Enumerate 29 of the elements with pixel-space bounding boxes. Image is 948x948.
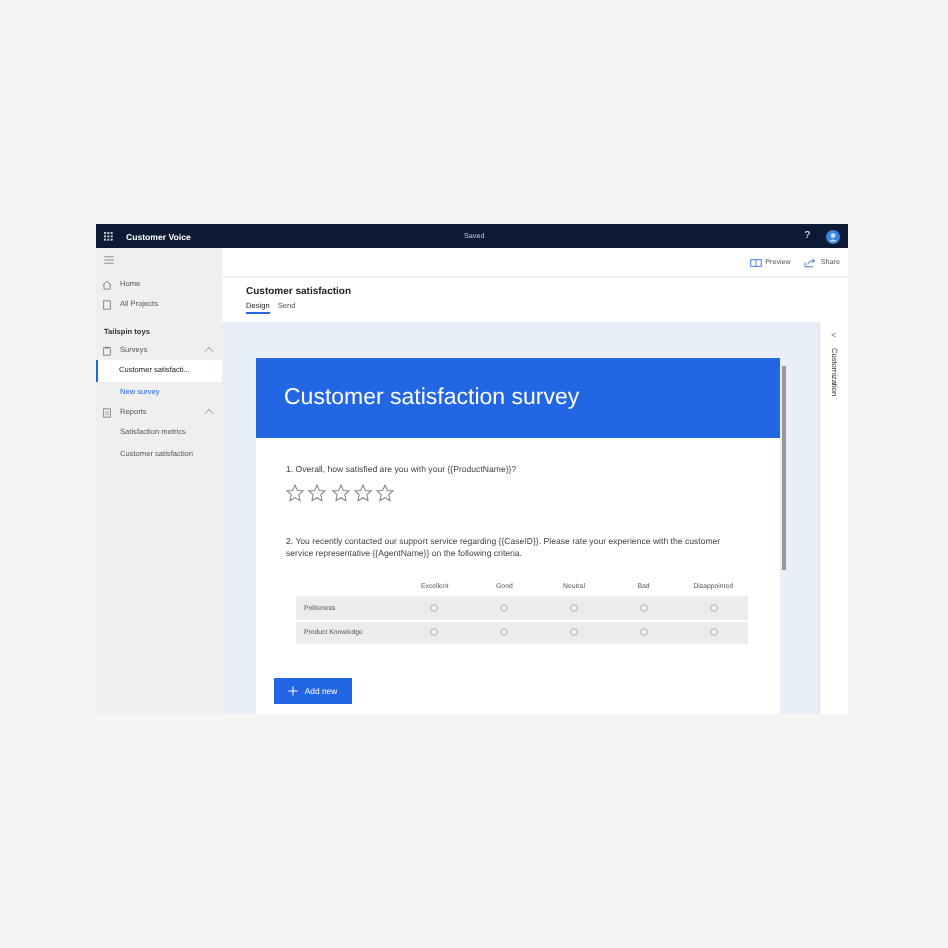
scrollbar[interactable]: [782, 366, 786, 570]
radio-button[interactable]: [709, 603, 718, 612]
radio-button[interactable]: [709, 628, 718, 637]
clipboard-icon: [102, 345, 112, 355]
share-icon: [804, 257, 817, 267]
home-icon: [102, 279, 112, 289]
radio-button[interactable]: [500, 628, 509, 637]
star-icon[interactable]: [376, 484, 395, 502]
chevron-up-icon[interactable]: [204, 346, 214, 354]
radio-button[interactable]: [569, 628, 578, 637]
star-icon[interactable]: [286, 484, 304, 502]
radio-button[interactable]: [430, 603, 439, 612]
preview-icon: [749, 257, 762, 267]
star-icon[interactable]: [308, 484, 327, 502]
radio-button[interactable]: [639, 628, 648, 637]
document-icon: [102, 299, 112, 309]
radio-button[interactable]: [430, 628, 439, 637]
radio-button[interactable]: [569, 603, 578, 612]
survey-title: Customer satisfaction survey: [284, 386, 580, 410]
chevron-up-icon[interactable]: [204, 408, 214, 416]
radio-button[interactable]: [639, 603, 648, 612]
avatar-icon[interactable]: [826, 229, 840, 243]
star-icon[interactable]: [331, 484, 350, 502]
radio-button[interactable]: [500, 603, 509, 612]
app-launcher-icon[interactable]: [104, 231, 114, 241]
report-icon: [102, 407, 112, 417]
star-icon[interactable]: [353, 484, 372, 502]
menu-icon[interactable]: [104, 256, 114, 264]
plus-icon: [288, 686, 299, 696]
